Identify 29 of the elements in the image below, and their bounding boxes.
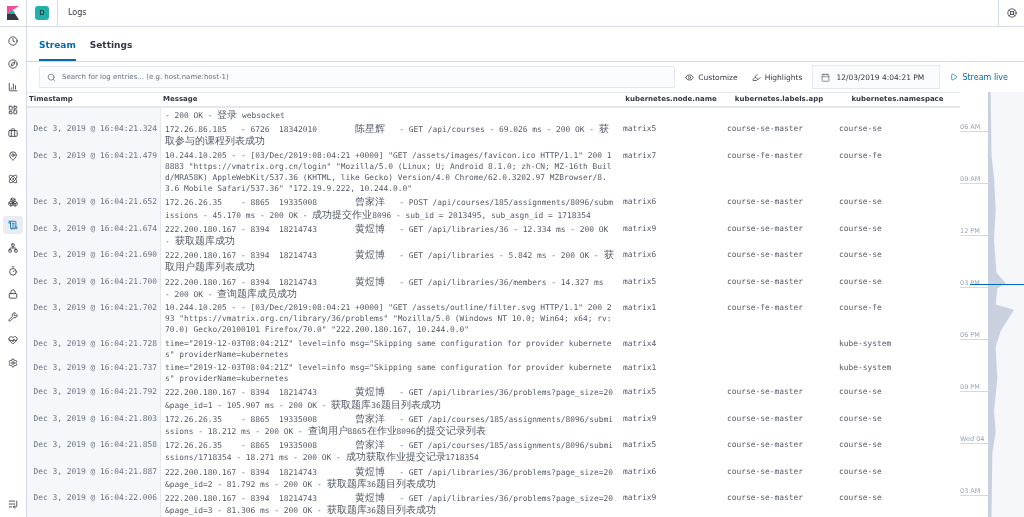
boxes-icon bbox=[8, 197, 18, 207]
tab[interactable]: Stream bbox=[39, 40, 76, 61]
compass-icon bbox=[8, 59, 18, 69]
calendar-icon bbox=[821, 72, 831, 82]
map-pin-icon bbox=[8, 151, 18, 161]
eye-icon bbox=[685, 72, 695, 82]
scroll-nav-button[interactable] bbox=[3, 216, 23, 234]
highlighter-icon bbox=[751, 72, 761, 82]
heart-pulse-icon bbox=[8, 335, 18, 345]
settings-icon bbox=[8, 358, 18, 368]
briefcase-icon bbox=[8, 128, 18, 138]
wrench-icon bbox=[8, 312, 18, 322]
lock-icon bbox=[8, 289, 18, 299]
current-position-line bbox=[970, 284, 1024, 285]
timer-icon bbox=[8, 266, 18, 276]
tab[interactable]: Settings bbox=[89, 40, 133, 61]
network-icon bbox=[8, 243, 18, 253]
dashboard-icon bbox=[8, 105, 18, 115]
bar-chart-icon bbox=[8, 82, 18, 92]
scroll-icon bbox=[8, 220, 18, 230]
stream-live-button[interactable]: Stream live bbox=[946, 66, 1012, 88]
help-icon bbox=[1006, 8, 1017, 18]
logo-icon bbox=[7, 6, 19, 20]
clock-icon bbox=[8, 36, 18, 46]
collapse-icon bbox=[8, 499, 18, 509]
breadcrumb[interactable]: Logs bbox=[57, 0, 87, 26]
play-icon bbox=[950, 73, 959, 81]
search-icon bbox=[47, 73, 56, 82]
atom-icon bbox=[8, 174, 18, 184]
